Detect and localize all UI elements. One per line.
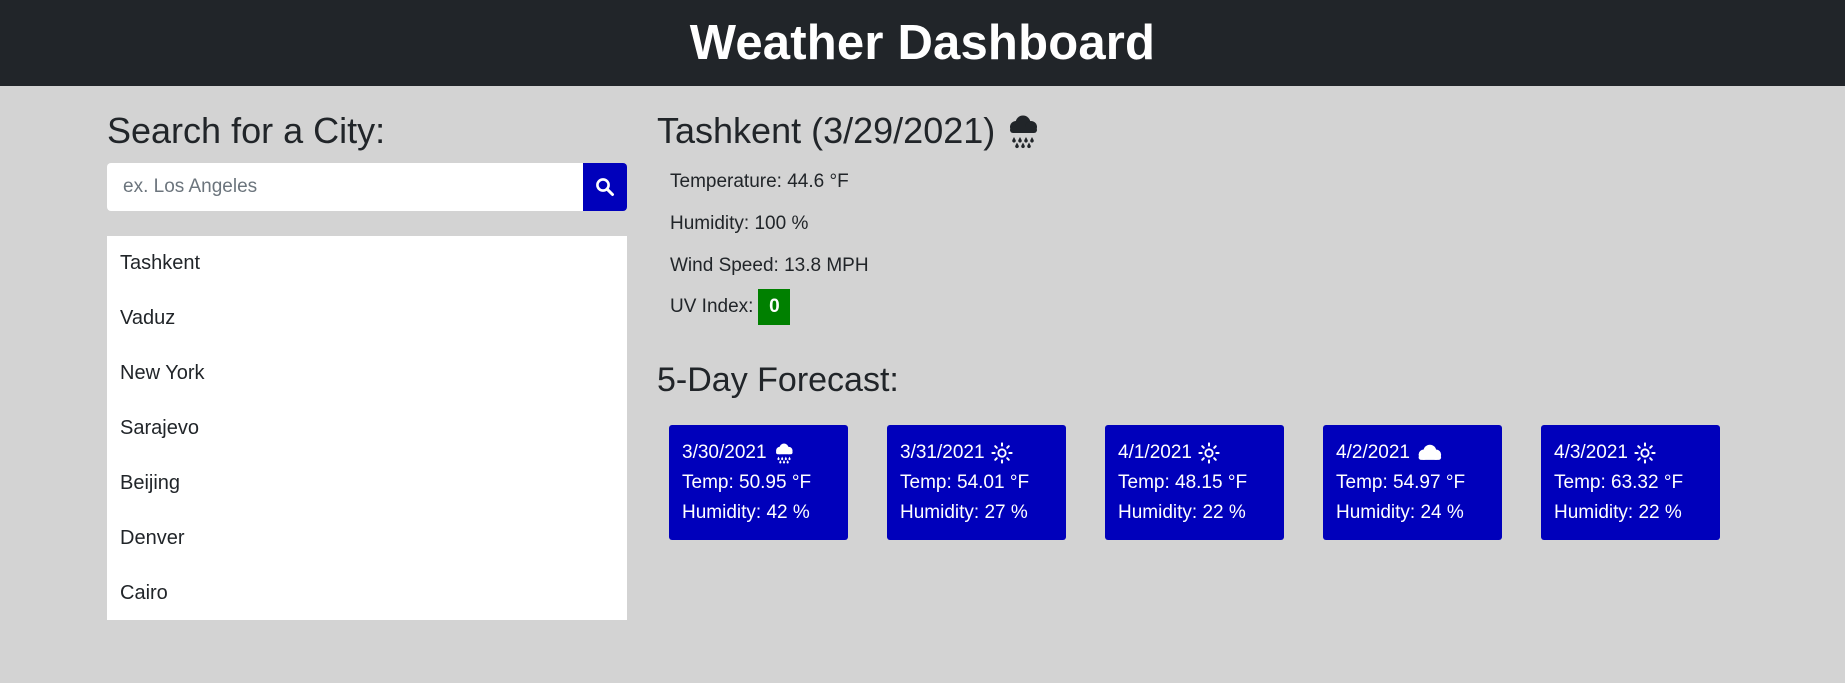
history-item[interactable]: New York: [107, 346, 627, 401]
forecast-card: 3/30/2021 Temp: 50.95 °F Humidity: 42 %: [669, 425, 848, 540]
forecast-card: 4/1/2021 Temp: 48.15 °F Humidity: 22 %: [1105, 425, 1284, 540]
sun-icon: [990, 442, 1013, 464]
forecast-date: 4/3/2021: [1554, 442, 1628, 463]
city-search-input[interactable]: [107, 163, 583, 211]
history-item[interactable]: Sarajevo: [107, 401, 627, 456]
history-item[interactable]: Beijing: [107, 456, 627, 511]
page-header: Weather Dashboard: [0, 0, 1845, 86]
rain-cloud-icon: [1005, 113, 1041, 149]
uv-index-badge: 0: [758, 289, 791, 325]
forecast-humidity: Humidity: 24 %: [1336, 502, 1464, 523]
forecast-temp: Temp: 63.32 °F: [1554, 472, 1684, 493]
forecast-humidity: Humidity: 22 %: [1554, 502, 1682, 523]
search-bar: [107, 163, 627, 211]
current-wind-speed: Wind Speed: 13.8 MPH: [670, 255, 869, 276]
current-city: Tashkent: [657, 110, 802, 151]
forecast-card: 3/31/2021 Temp: 54.01 °F Humidity: 27 %: [887, 425, 1066, 540]
forecast-humidity: Humidity: 27 %: [900, 502, 1028, 523]
forecast-temp: Temp: 50.95 °F: [682, 472, 812, 493]
forecast-card: 4/3/2021 Temp: 63.32 °F Humidity: 22 %: [1541, 425, 1720, 540]
search-icon: [595, 177, 615, 197]
uv-index-label: UV Index:: [670, 296, 754, 317]
search-button[interactable]: [583, 163, 627, 211]
forecast-humidity: Humidity: 22 %: [1118, 502, 1246, 523]
history-item[interactable]: Cairo: [107, 566, 627, 621]
current-humidity: Humidity: 100 %: [670, 213, 809, 234]
sun-icon: [1198, 442, 1220, 464]
history-item[interactable]: Vaduz: [107, 291, 627, 346]
uv-index-row: UV Index: 0: [670, 289, 791, 325]
rain-cloud-icon: [773, 442, 795, 464]
forecast-date: 3/30/2021: [682, 442, 767, 463]
forecast-cards: 3/30/2021 Temp: 50.95 °F Humidity: 42 % …: [669, 425, 1720, 540]
current-temperature: Temperature: 44.6 °F: [670, 171, 849, 192]
sun-icon: [1634, 442, 1656, 464]
page-title: Weather Dashboard: [689, 16, 1156, 70]
forecast-temp: Temp: 48.15 °F: [1118, 472, 1248, 493]
forecast-date: 3/31/2021: [900, 442, 985, 463]
current-weather-title: Tashkent (3/29/2021): [657, 110, 1041, 152]
current-date: (3/29/2021): [811, 110, 996, 151]
forecast-date: 4/1/2021: [1118, 442, 1192, 463]
cloud-icon: [1416, 442, 1442, 464]
forecast-temp: Temp: 54.01 °F: [900, 472, 1030, 493]
forecast-temp: Temp: 54.97 °F: [1336, 472, 1466, 493]
history-item[interactable]: Tashkent: [107, 236, 627, 291]
forecast-humidity: Humidity: 42 %: [682, 502, 810, 523]
search-history-list: Tashkent Vaduz New York Sarajevo Beijing…: [107, 236, 627, 620]
forecast-card: 4/2/2021 Temp: 54.97 °F Humidity: 24 %: [1323, 425, 1502, 540]
search-heading: Search for a City:: [107, 110, 386, 151]
forecast-heading: 5-Day Forecast:: [657, 361, 899, 399]
history-item[interactable]: Denver: [107, 511, 627, 566]
forecast-date: 4/2/2021: [1336, 442, 1410, 463]
